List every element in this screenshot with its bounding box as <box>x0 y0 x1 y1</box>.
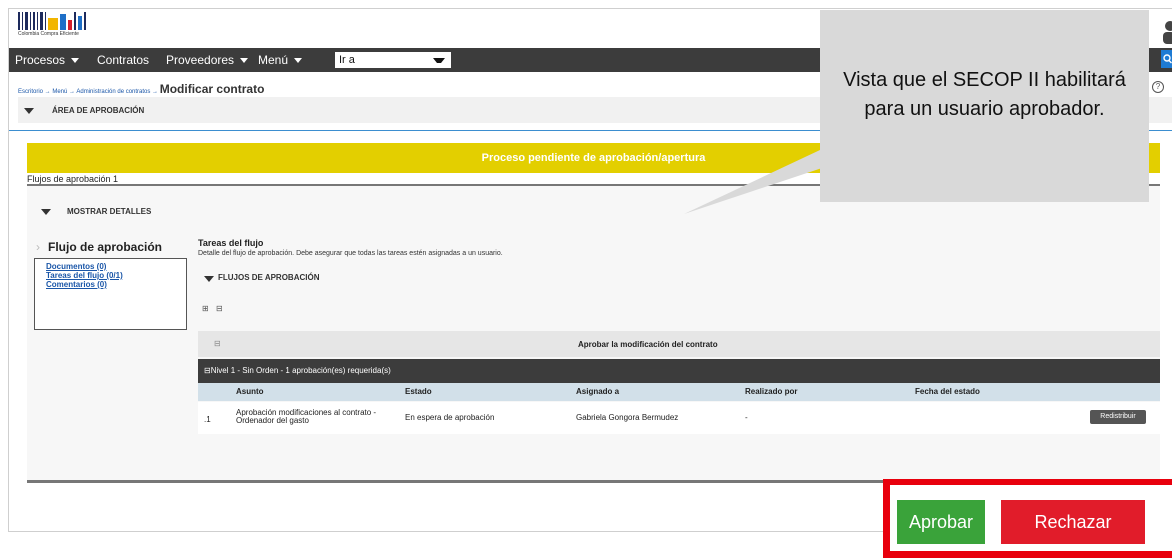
redistribute-button[interactable]: Redistribuir <box>1090 410 1146 424</box>
collapse-triangle-icon <box>41 209 51 215</box>
row-estado: En espera de aprobación <box>405 413 495 422</box>
show-details-toggle[interactable]: MOSTRAR DETALLES <box>27 200 527 222</box>
tasks-description: Detalle del flujo de aprobación. Debe as… <box>198 250 503 257</box>
logo-tagline: Colombia Compra Eficiente <box>18 31 79 37</box>
approve-button[interactable]: Aprobar <box>897 500 985 544</box>
row-realizado: - <box>745 413 748 422</box>
collapse-all-icon[interactable]: ⊟ <box>216 304 223 313</box>
sidebar-link-comentarios[interactable]: Comentarios (0) <box>46 281 107 289</box>
show-details-label: MOSTRAR DETALLES <box>67 207 152 216</box>
col-asunto: Asunto <box>236 387 264 396</box>
chevron-right-icon: › <box>36 240 40 254</box>
flow-group-title: Aprobar la modificación del contrato <box>578 340 718 349</box>
sidebar-panel: Documentos (0) Tareas del flujo (0/1) Co… <box>34 258 187 330</box>
col-realizado: Realizado por <box>745 387 798 396</box>
colombia-compra-logo[interactable]: Colombia Compra Eficiente <box>18 12 94 37</box>
callout-text: Vista que el SECOP II habilitará para un… <box>843 69 1126 120</box>
table-row: .1 Aprobación modificaciones al contrato… <box>198 402 1160 434</box>
chevron-down-icon <box>294 58 303 64</box>
search-button[interactable] <box>1161 50 1172 68</box>
col-estado: Estado <box>405 387 432 396</box>
chevron-down-icon <box>240 58 249 64</box>
nav-proveedores[interactable]: Proveedores <box>166 48 249 72</box>
row-asignado: Gabriela Gongora Bermudez <box>576 413 679 422</box>
collapse-triangle-icon <box>204 276 214 282</box>
breadcrumb-path[interactable]: Escritorio → Menú → Administración de co… <box>18 89 158 95</box>
page-title: Modificar contrato <box>159 82 265 96</box>
annotation-callout: Vista que el SECOP II habilitará para un… <box>820 10 1149 202</box>
chevron-down-icon <box>71 58 80 64</box>
user-icon[interactable] <box>1162 20 1172 44</box>
sidebar-link-documentos[interactable]: Documentos (0) <box>46 263 106 271</box>
row-index: .1 <box>204 415 211 424</box>
table-header-row: Asunto Estado Asignado a Realizado por F… <box>198 383 1160 401</box>
level-label: ⊟Nivel 1 - Sin Orden - 1 aprobación(es) … <box>204 366 391 375</box>
col-fecha: Fecha del estado <box>915 387 980 396</box>
approval-flows-label: Flujos de aprobación 1 <box>27 174 119 184</box>
group-toggle-icon[interactable]: ⊟ <box>214 339 221 348</box>
expand-all-icon[interactable]: ⊞ <box>202 304 209 313</box>
nav-menu[interactable]: Menú <box>258 48 303 72</box>
sidebar-title: Flujo de aprobación <box>48 240 163 254</box>
flow-group-header: ⊟ Aprobar la modificación del contrato <box>198 331 1160 357</box>
collapse-triangle-icon <box>24 108 34 114</box>
sidebar-link-tareas[interactable]: Tareas del flujo (0/1) <box>46 272 123 280</box>
chevron-down-icon <box>433 58 445 63</box>
goto-select[interactable]: Ir a <box>335 52 451 68</box>
reject-button[interactable]: Rechazar <box>1001 500 1145 544</box>
approval-area-title: ÁREA DE APROBACIÓN <box>52 106 145 115</box>
tasks-title: Tareas del flujo <box>198 238 264 248</box>
nav-procesos[interactable]: Procesos <box>15 48 80 72</box>
help-icon[interactable]: ? <box>1152 81 1164 93</box>
nav-contratos[interactable]: Contratos <box>97 48 149 72</box>
level-row[interactable]: ⊟Nivel 1 - Sin Orden - 1 aprobación(es) … <box>198 359 1160 383</box>
breadcrumb: Escritorio → Menú → Administración de co… <box>18 82 264 96</box>
logo-barcode-icon <box>18 12 86 30</box>
col-asignado: Asignado a <box>576 387 620 396</box>
search-icon <box>1163 54 1172 64</box>
approval-flows-section[interactable]: FLUJOS DE APROBACIÓN <box>198 268 698 288</box>
row-asunto: Aprobación modificaciones al contrato - … <box>236 408 377 425</box>
approval-flows-title: FLUJOS DE APROBACIÓN <box>218 273 320 282</box>
